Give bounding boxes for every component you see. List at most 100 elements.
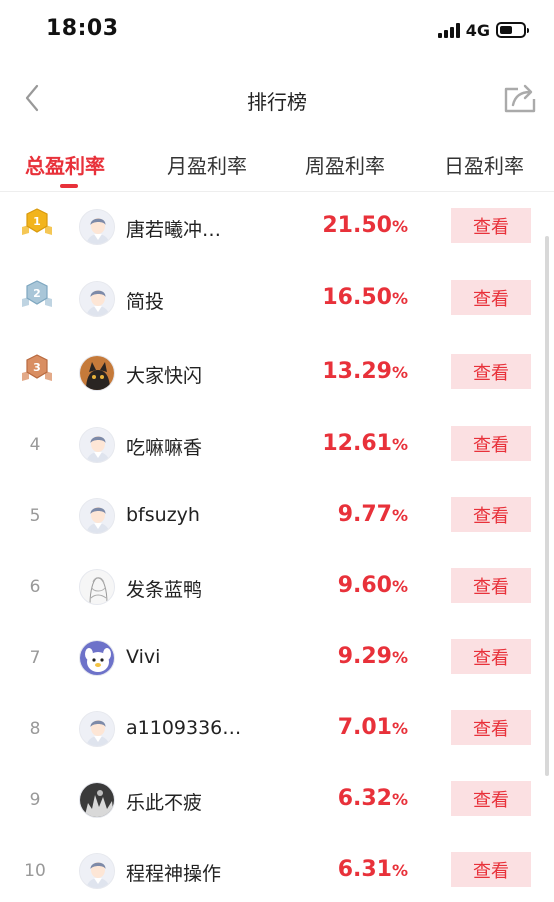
- user-name[interactable]: 唐若曦冲…: [126, 215, 221, 242]
- default-avatar-icon[interactable]: [79, 711, 115, 747]
- cartoon-avatar-icon[interactable]: [79, 640, 115, 676]
- return-rate: 21.50%: [322, 213, 408, 238]
- rank-number: 7: [29, 648, 41, 668]
- user-name[interactable]: 吃嘛嘛香: [126, 433, 202, 460]
- view-button[interactable]: 查看: [451, 426, 531, 461]
- view-button[interactable]: 查看: [451, 781, 531, 816]
- view-button[interactable]: 查看: [451, 280, 531, 315]
- ranking-tabs: 总盈利率 月盈利率 周盈利率 日盈利率: [0, 140, 554, 192]
- return-rate: 9.60%: [338, 573, 408, 598]
- default-avatar-icon[interactable]: [79, 209, 115, 245]
- nav-bar: 排行榜: [0, 66, 554, 130]
- return-rate-unit: %: [391, 861, 408, 880]
- return-rate-value: 6.32: [337, 786, 392, 811]
- share-button[interactable]: [500, 80, 540, 116]
- default-avatar-icon[interactable]: [79, 498, 115, 534]
- return-rate-unit: %: [391, 363, 408, 382]
- user-name[interactable]: 大家快闪: [126, 361, 202, 388]
- list-item[interactable]: 7 Vivi 9.29% 查看: [0, 624, 554, 695]
- list-item[interactable]: 6 发条蓝鸭 9.60% 查看: [0, 553, 554, 624]
- return-rate: 6.32%: [338, 786, 408, 811]
- return-rate: 9.77%: [338, 502, 408, 527]
- return-rate-unit: %: [391, 719, 408, 738]
- view-button[interactable]: 查看: [451, 710, 531, 745]
- tab-total-return[interactable]: 总盈利率: [25, 150, 105, 179]
- signal-icon: [437, 22, 460, 38]
- view-button[interactable]: 查看: [451, 208, 531, 243]
- status-bar: 18:03 4G: [0, 0, 554, 58]
- return-rate-value: 21.50: [322, 213, 392, 238]
- view-button[interactable]: 查看: [451, 497, 531, 532]
- return-rate-value: 13.29: [322, 359, 392, 384]
- scrollbar[interactable]: [545, 236, 549, 776]
- return-rate-value: 16.50: [322, 285, 392, 310]
- return-rate-value: 12.61: [322, 431, 392, 456]
- return-rate-unit: %: [391, 289, 408, 308]
- return-rate: 12.61%: [322, 431, 408, 456]
- svg-text:3: 3: [33, 361, 41, 374]
- svg-text:2: 2: [33, 287, 41, 300]
- list-item[interactable]: 10 程程神操作 6.31% 查看: [0, 837, 554, 902]
- user-name[interactable]: 发条蓝鸭: [126, 575, 202, 602]
- return-rate: 16.50%: [322, 285, 408, 310]
- return-rate-unit: %: [391, 435, 408, 454]
- cat-avatar-icon[interactable]: [79, 355, 115, 391]
- list-item[interactable]: 5 bfsuzyh 9.77% 查看: [0, 482, 554, 553]
- return-rate-value: 9.60: [337, 573, 392, 598]
- status-indicators: 4G: [437, 19, 529, 41]
- view-button[interactable]: 查看: [451, 852, 531, 887]
- list-item[interactable]: 2 简投 16.50% 查看: [0, 265, 554, 336]
- rank-number: 9: [29, 790, 41, 810]
- rank-number: 4: [29, 435, 41, 455]
- battery-icon: [496, 22, 529, 38]
- default-avatar-icon[interactable]: [79, 281, 115, 317]
- list-item[interactable]: 1 唐若曦冲… 21.50% 查看: [0, 193, 554, 264]
- rank-number: 10: [24, 861, 46, 881]
- return-rate-value: 9.77: [337, 502, 392, 527]
- rank-number: 8: [29, 719, 41, 739]
- tab-weekly-return[interactable]: 周盈利率: [305, 150, 385, 179]
- silver-medal-icon: 2: [20, 279, 54, 309]
- view-button[interactable]: 查看: [451, 639, 531, 674]
- rank-number: 5: [29, 506, 41, 526]
- return-rate-unit: %: [391, 790, 408, 809]
- list-item[interactable]: 9 乐此不疲 6.32% 查看: [0, 766, 554, 837]
- list-item[interactable]: 8 a1109336… 7.01% 查看: [0, 695, 554, 766]
- tab-daily-return[interactable]: 日盈利率: [444, 150, 524, 179]
- view-button[interactable]: 查看: [451, 568, 531, 603]
- user-name[interactable]: a1109336…: [126, 717, 241, 739]
- user-name[interactable]: 简投: [126, 287, 164, 314]
- return-rate-unit: %: [391, 506, 408, 525]
- user-name[interactable]: Vivi: [126, 646, 160, 668]
- return-rate-unit: %: [391, 577, 408, 596]
- return-rate: 13.29%: [322, 359, 408, 384]
- return-rate: 9.29%: [338, 644, 408, 669]
- return-rate-value: 6.31: [337, 857, 392, 882]
- return-rate: 6.31%: [338, 857, 408, 882]
- sketch-avatar-icon[interactable]: [79, 569, 115, 605]
- view-button[interactable]: 查看: [451, 354, 531, 389]
- bronze-medal-icon: 3: [20, 353, 54, 383]
- default-avatar-icon[interactable]: [79, 853, 115, 889]
- list-item[interactable]: 4 吃嘛嘛香 12.61% 查看: [0, 411, 554, 482]
- return-rate-unit: %: [391, 648, 408, 667]
- return-rate: 7.01%: [338, 715, 408, 740]
- return-rate-value: 7.01: [337, 715, 392, 740]
- network-type: 4G: [465, 20, 490, 40]
- rank-number: 6: [29, 577, 41, 597]
- status-time: 18:03: [46, 16, 119, 41]
- share-icon: [504, 84, 536, 113]
- photo-avatar-icon[interactable]: [79, 782, 115, 818]
- active-tab-indicator: [60, 184, 78, 188]
- tab-monthly-return[interactable]: 月盈利率: [167, 150, 247, 179]
- default-avatar-icon[interactable]: [79, 427, 115, 463]
- user-name[interactable]: 乐此不疲: [126, 788, 202, 815]
- user-name[interactable]: bfsuzyh: [126, 504, 200, 526]
- page-title: 排行榜: [247, 90, 307, 114]
- return-rate-value: 9.29: [337, 644, 392, 669]
- return-rate-unit: %: [391, 217, 408, 236]
- user-name[interactable]: 程程神操作: [126, 859, 221, 886]
- svg-text:1: 1: [33, 215, 41, 228]
- list-item[interactable]: 3 大家快闪 13.29% 查看: [0, 339, 554, 410]
- gold-medal-icon: 1: [20, 207, 54, 237]
